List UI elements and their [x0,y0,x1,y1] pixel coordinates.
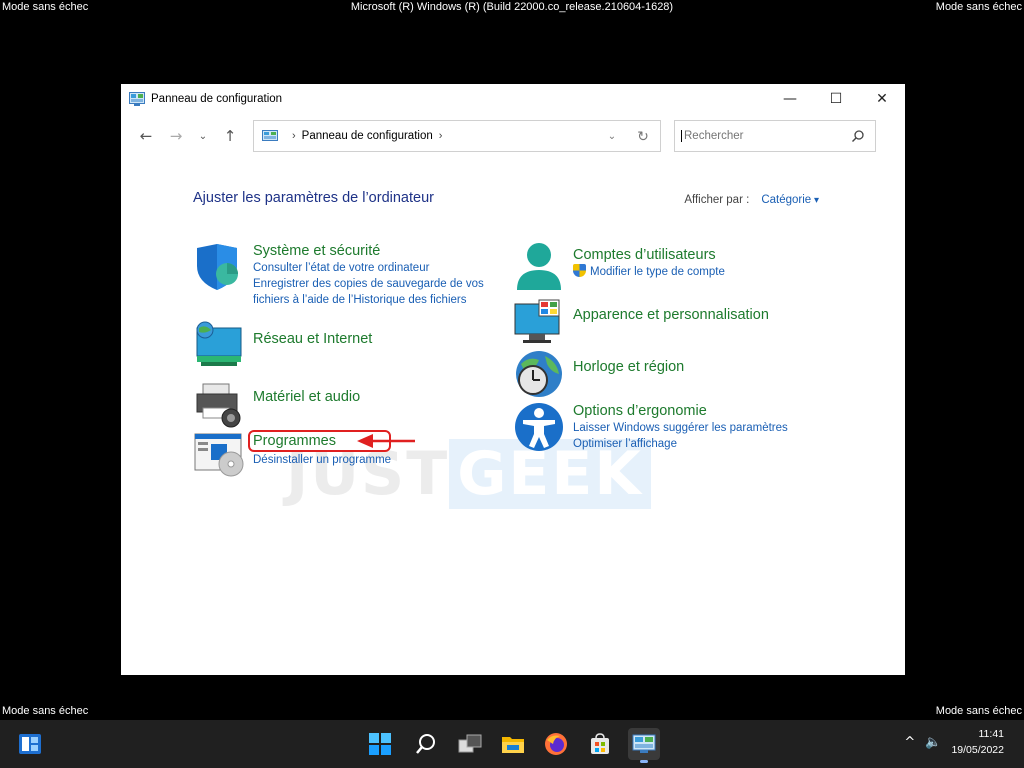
control-panel-window: Panneau de configuration — ☐ ✕ ← → ⌄ ↑ ›… [121,84,905,675]
control-panel-icon [632,734,656,753]
tray-overflow-chevron[interactable]: ^ [904,735,915,750]
search-taskbar-button[interactable] [410,728,442,760]
forward-button[interactable]: → [161,121,191,151]
category-user-accounts: Comptes d’utilisateurs Modifier le type … [513,242,725,292]
taskbar: ^ 🔈 11:41 19/05/2022 [0,720,1024,768]
link-uninstall-program[interactable]: Désinstaller un programme [253,452,391,468]
system-tray: ^ 🔈 11:41 19/05/2022 [904,726,1004,758]
windows-logo-icon [369,733,391,755]
store-button[interactable] [584,728,616,760]
category-clock-region: Horloge et région [513,350,684,400]
category-network-internet: Réseau et Internet [193,320,372,370]
safe-mode-label-bottom-left: Mode sans échec [2,705,89,717]
category-title-system-security[interactable]: Système et sécurité [253,242,484,260]
printer-icon[interactable] [193,380,245,430]
category-title-hardware-sound[interactable]: Matériel et audio [253,388,360,406]
category-title-clock-region[interactable]: Horloge et région [573,358,684,376]
link-backup-copies[interactable]: Enregistrer des copies de sauvegarde de … [253,276,484,292]
category-system-security: Système et sécurité Consulter l’état de … [193,242,484,308]
control-panel-icon [129,92,145,106]
folder-icon [502,737,524,753]
category-ease-of-access: Options d’ergonomie Laisser Windows sugg… [513,402,788,452]
clock[interactable]: 11:41 19/05/2022 [951,726,1004,758]
back-button[interactable]: ← [131,121,161,151]
control-panel-icon [262,129,278,141]
refresh-button[interactable]: ↻ [626,128,660,145]
search-box[interactable] [674,120,876,152]
clock-globe-icon[interactable] [513,350,565,400]
volume-icon[interactable]: 🔈 [925,735,941,750]
shield-icon[interactable] [193,242,245,292]
safe-mode-label-top-right: Mode sans échec [935,1,1022,13]
link-view-status[interactable]: Consulter l’état de votre ordinateur [253,260,484,276]
page-title: Ajuster les paramètres de l’ordinateur [193,190,434,206]
red-arrow-annotation [357,434,415,448]
widgets-button[interactable] [14,728,46,760]
firefox-icon [545,733,567,755]
address-dropdown-button[interactable]: ⌄ [598,131,626,142]
up-button[interactable]: ↑ [215,121,245,151]
category-title-appearance[interactable]: Apparence et personnalisation [573,306,769,324]
breadcrumb-separator[interactable]: › [439,130,443,142]
store-icon [591,733,609,754]
build-info: Microsoft (R) Windows (R) (Build 22000.c… [350,1,674,13]
widgets-icon [19,734,41,754]
task-view-icon [458,734,482,753]
safe-mode-label-bottom-right: Mode sans échec [935,705,1022,717]
task-view-button[interactable] [454,728,486,760]
user-icon[interactable] [513,242,565,292]
search-icon[interactable] [851,129,865,143]
title-bar[interactable]: Panneau de configuration — ☐ ✕ [121,84,905,114]
search-input[interactable] [681,130,841,142]
programs-icon[interactable] [193,430,245,480]
maximize-button[interactable]: ☐ [813,84,859,114]
clock-date: 19/05/2022 [951,744,1004,756]
link-let-windows-suggest[interactable]: Laisser Windows suggérer les paramètres [573,420,788,436]
view-by: Afficher par : Catégorie [684,194,819,206]
navigation-bar: ← → ⌄ ↑ › Panneau de configuration › ⌄ ↻ [121,114,905,158]
network-icon[interactable] [193,320,245,370]
link-change-account-type[interactable]: Modifier le type de compte [573,264,725,280]
window-title: Panneau de configuration [151,93,283,105]
category-title-network-internet[interactable]: Réseau et Internet [253,330,372,348]
minimize-button[interactable]: — [767,84,813,114]
category-title-ease-of-access[interactable]: Options d’ergonomie [573,402,788,420]
clock-time: 11:41 [978,728,1005,740]
category-appearance: Apparence et personnalisation [513,298,769,348]
start-button[interactable] [364,728,396,760]
close-button[interactable]: ✕ [859,84,905,114]
breadcrumb-control-panel[interactable]: Panneau de configuration [302,130,433,142]
view-by-dropdown[interactable]: Catégorie [761,194,819,206]
view-by-label: Afficher par : [684,194,750,206]
accessibility-icon[interactable] [513,402,565,452]
recent-locations-button[interactable]: ⌄ [191,121,215,151]
appearance-icon[interactable] [513,298,565,348]
breadcrumb-separator[interactable]: › [292,130,296,142]
category-hardware-sound: Matériel et audio [193,380,360,430]
link-file-history[interactable]: fichiers à l’aide de l’Historique des fi… [253,292,484,308]
category-title-user-accounts[interactable]: Comptes d’utilisateurs [573,246,725,264]
search-icon [416,734,435,754]
firefox-button[interactable] [540,728,572,760]
link-optimize-display[interactable]: Optimiser l’affichage [573,436,788,452]
address-bar[interactable]: › Panneau de configuration › ⌄ ↻ [253,120,661,152]
file-explorer-button[interactable] [497,728,529,760]
control-panel-taskbar-button[interactable] [628,728,660,763]
